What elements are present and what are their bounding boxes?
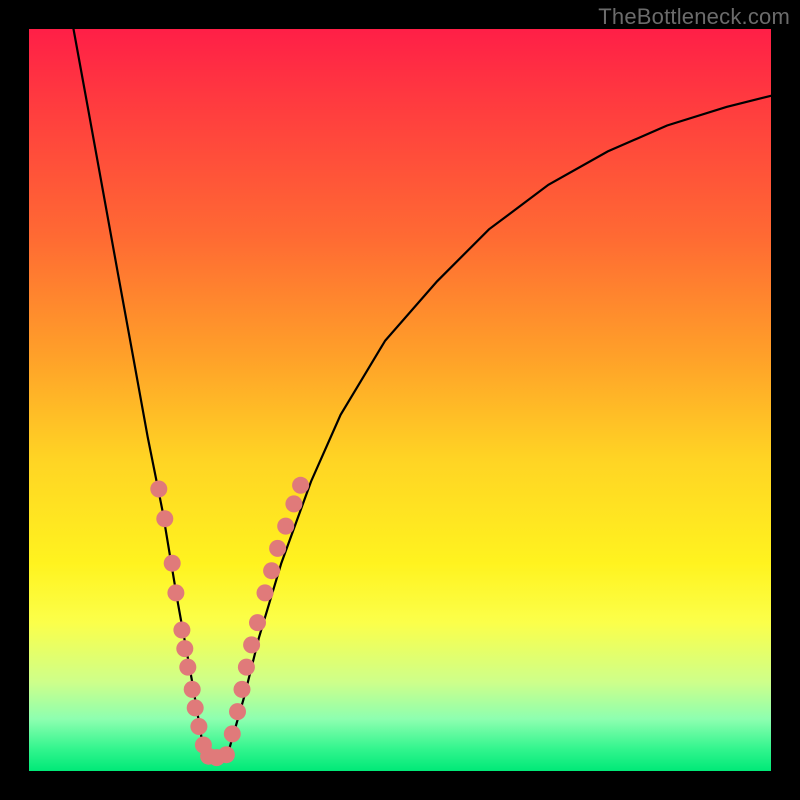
marker-point [238, 659, 255, 676]
marker-point [243, 636, 260, 653]
marker-point [257, 584, 274, 601]
marker-point [184, 681, 201, 698]
marker-point [190, 718, 207, 735]
watermark-text: TheBottleneck.com [598, 4, 790, 30]
chart-svg [29, 29, 771, 771]
marker-point [150, 481, 167, 498]
marker-point [179, 659, 196, 676]
marker-point [277, 518, 294, 535]
marker-point [263, 562, 280, 579]
marker-point [218, 746, 235, 763]
marker-point [224, 725, 241, 742]
marker-point [234, 681, 251, 698]
marker-point [167, 584, 184, 601]
marker-point [176, 640, 193, 657]
highlighted-points [150, 477, 309, 766]
marker-point [164, 555, 181, 572]
marker-point [187, 699, 204, 716]
plot-area [29, 29, 771, 771]
marker-point [156, 510, 173, 527]
marker-point [285, 495, 302, 512]
marker-point [269, 540, 286, 557]
chart-frame: TheBottleneck.com [0, 0, 800, 800]
marker-point [249, 614, 266, 631]
marker-point [229, 703, 246, 720]
marker-point [173, 622, 190, 639]
marker-point [292, 477, 309, 494]
